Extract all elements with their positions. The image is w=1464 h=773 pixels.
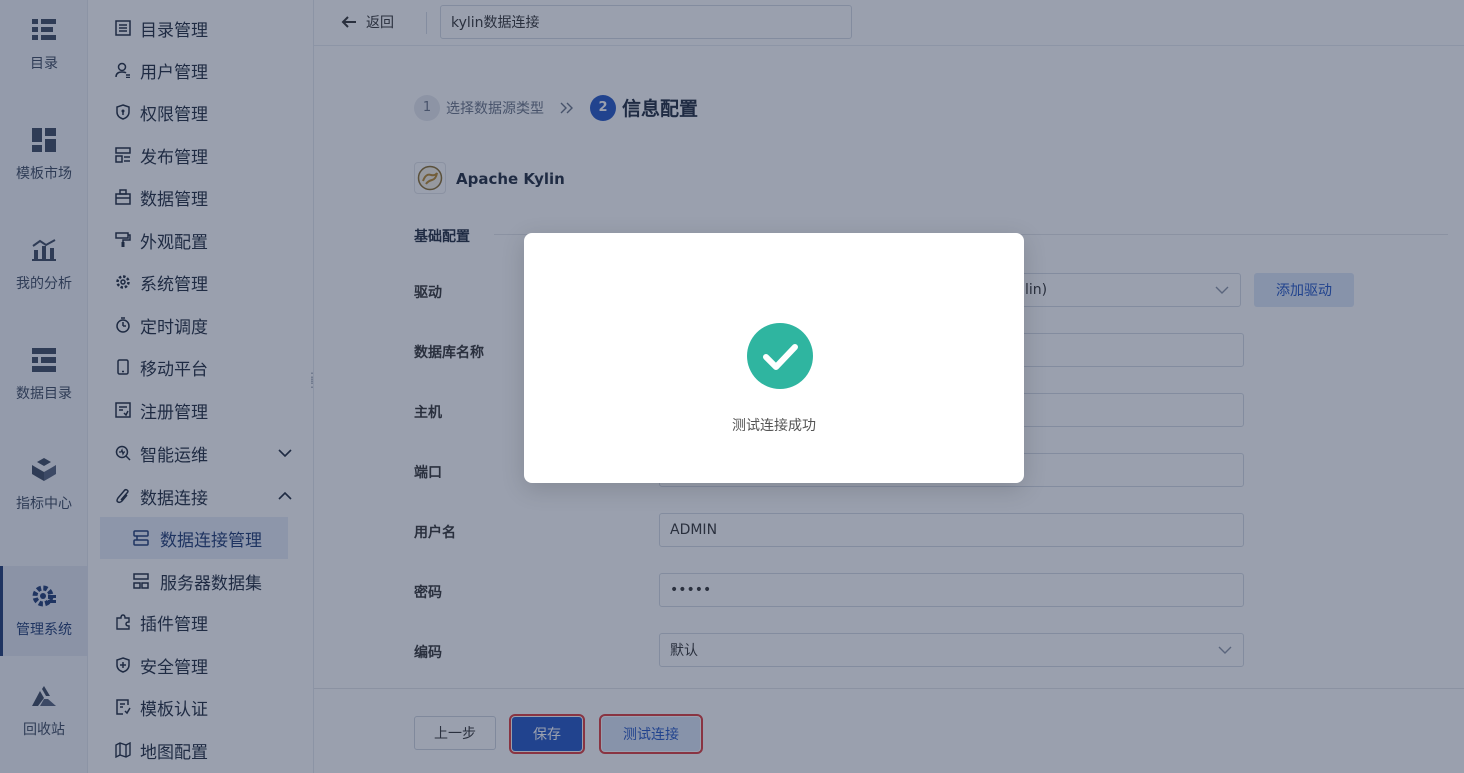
success-check-icon <box>747 323 813 389</box>
success-dialog: 测试连接成功 <box>524 233 1024 483</box>
success-message: 测试连接成功 <box>732 418 816 434</box>
